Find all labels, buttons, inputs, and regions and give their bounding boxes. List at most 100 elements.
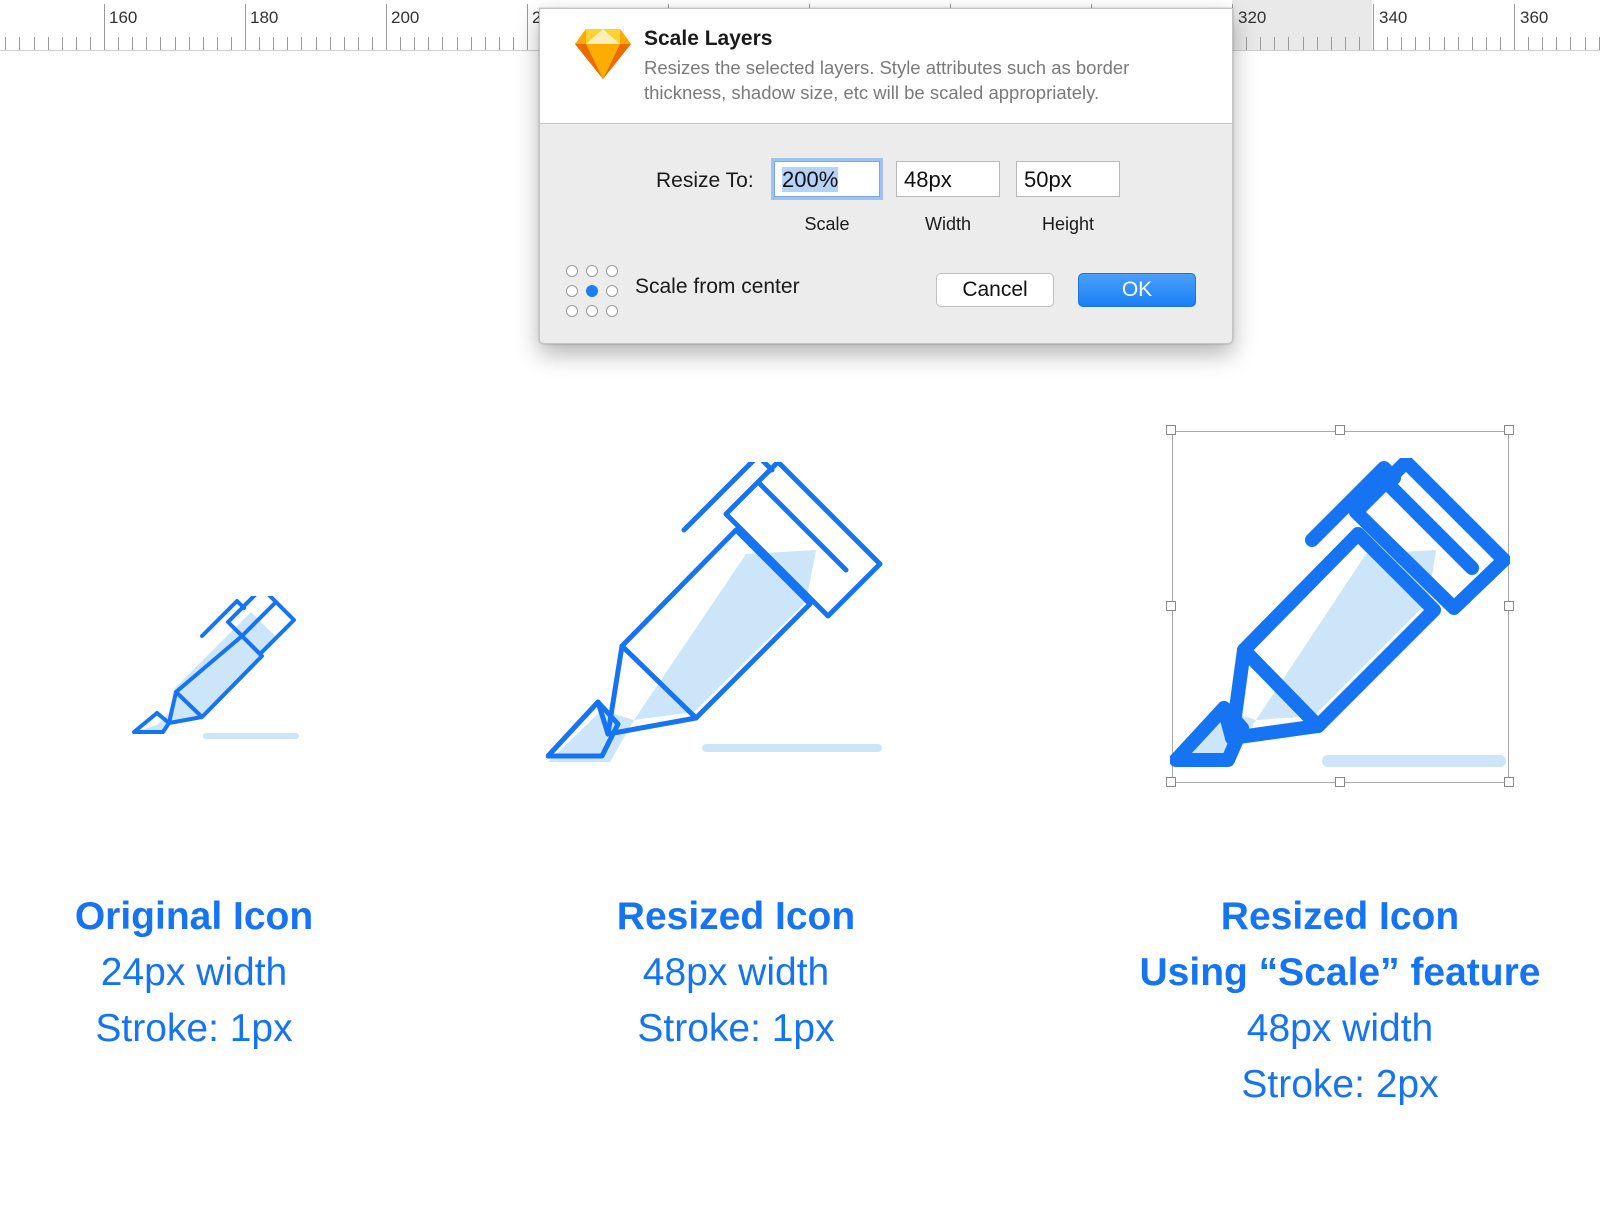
resized-icon-caption: Resized Icon 48px width Stroke: 1px	[540, 889, 932, 1057]
resize-handle[interactable]	[1335, 777, 1345, 787]
height-input[interactable]: 50px	[1016, 161, 1120, 197]
scale-from-center-label: Scale from center	[635, 275, 800, 298]
caption-stroke: Stroke: 1px	[637, 1007, 835, 1050]
ruler-tick	[132, 37, 133, 50]
ruler-tick	[259, 37, 260, 50]
ruler-tick	[1542, 37, 1543, 50]
ruler-tick	[457, 37, 458, 50]
resize-handle[interactable]	[1166, 425, 1176, 435]
anchor-grid-icon[interactable]	[564, 263, 620, 319]
ruler-tick	[48, 37, 49, 50]
width-caption: Width	[924, 214, 971, 234]
caption-stroke: Stroke: 2px	[1241, 1063, 1439, 1106]
ruler-tick	[245, 4, 246, 50]
caption-width: 48px width	[1246, 1007, 1434, 1050]
ruler-tick	[76, 37, 77, 50]
caption-width: 24px width	[100, 951, 288, 994]
dialog-description: Resizes the selected layers. Style attri…	[644, 57, 1130, 103]
ruler-tick	[273, 37, 274, 50]
ruler-tick	[1345, 37, 1346, 50]
dialog-header: Scale Layers Resizes the selected layers…	[540, 9, 1232, 124]
caption-title: Original Icon	[74, 895, 314, 938]
ruler-tick	[1274, 37, 1275, 50]
resize-handle[interactable]	[1166, 777, 1176, 787]
ruler-tick	[301, 37, 302, 50]
ruler-number: 360	[1520, 8, 1549, 27]
ruler-tick	[316, 37, 317, 50]
width-input[interactable]: 48px	[896, 161, 1000, 197]
ruler-tick	[1415, 37, 1416, 50]
resize-to-label: Resize To:	[656, 169, 754, 192]
ruler-tick	[485, 37, 486, 50]
ruler-tick	[175, 37, 176, 50]
ruler-number: 320	[1238, 8, 1267, 27]
ruler-tick	[471, 37, 472, 50]
scaled-highlighter-icon	[1170, 458, 1510, 767]
ruler-tick	[189, 37, 190, 50]
ruler-tick	[217, 37, 218, 50]
resize-handle[interactable]	[1504, 777, 1514, 787]
ruler-tick	[146, 37, 147, 50]
caption-title: Resized Icon	[1220, 895, 1460, 938]
scale-value: 200%	[782, 167, 839, 192]
scaled-icon-caption: Resized Icon Using “Scale” feature 48px …	[1120, 889, 1560, 1113]
ruler-tick	[62, 37, 63, 50]
dialog-title: Scale Layers	[644, 27, 773, 50]
ruler-tick	[5, 37, 6, 50]
width-value: 48px	[904, 167, 952, 192]
ruler-tick	[414, 37, 415, 50]
ruler-tick	[1472, 37, 1473, 50]
ruler-tick	[400, 37, 401, 50]
resize-handle[interactable]	[1335, 425, 1345, 435]
ruler-tick	[34, 37, 35, 50]
ruler-number: 200	[391, 8, 420, 27]
ruler-tick	[1317, 37, 1318, 50]
ruler-tick	[203, 37, 204, 50]
ruler-tick	[1373, 4, 1374, 50]
ruler-tick	[372, 37, 373, 50]
sketch-diamond-icon	[575, 29, 631, 79]
ruler-tick	[428, 37, 429, 50]
caption-title: Resized Icon	[616, 895, 856, 938]
height-caption: Height	[1041, 214, 1095, 234]
ruler-tick	[1387, 37, 1388, 50]
ruler-tick	[499, 37, 500, 50]
ruler-tick	[1401, 37, 1402, 50]
ruler-tick	[1486, 37, 1487, 50]
ruler-tick	[1585, 37, 1586, 50]
ruler-tick	[1246, 37, 1247, 50]
ok-button[interactable]: OK	[1078, 273, 1196, 307]
ruler-tick	[513, 37, 514, 50]
ruler-tick	[1331, 37, 1332, 50]
ruler-tick	[1359, 37, 1360, 50]
ruler-tick	[386, 4, 387, 50]
ruler-tick	[1528, 37, 1529, 50]
ruler-tick	[1288, 37, 1289, 50]
scale-layers-dialog: Scale Layers Resizes the selected layers…	[539, 8, 1233, 344]
ruler-tick	[1429, 37, 1430, 50]
caption-subtitle: Using “Scale” feature	[1139, 951, 1541, 994]
scale-input[interactable]: 200%	[774, 161, 880, 197]
ruler-tick	[231, 37, 232, 50]
ruler-number: 340	[1379, 8, 1408, 27]
ruler-tick	[344, 37, 345, 50]
ruler-tick	[1303, 37, 1304, 50]
ruler-tick	[1570, 37, 1571, 50]
ruler-number: 160	[109, 8, 138, 27]
ruler-number: 180	[250, 8, 279, 27]
ruler-tick	[104, 4, 105, 50]
ruler-tick	[1556, 37, 1557, 50]
resize-handle[interactable]	[1504, 425, 1514, 435]
ruler-tick	[527, 4, 528, 50]
ruler-tick	[118, 37, 119, 50]
original-icon-caption: Original Icon 24px width Stroke: 1px	[0, 889, 388, 1057]
ruler-tick	[287, 37, 288, 50]
ruler-tick	[160, 37, 161, 50]
ruler-tick	[358, 37, 359, 50]
original-highlighter-icon	[132, 596, 299, 739]
ruler-tick	[1444, 37, 1445, 50]
scale-caption: Scale	[804, 214, 850, 234]
ruler-tick	[90, 37, 91, 50]
height-value: 50px	[1024, 167, 1072, 192]
cancel-button[interactable]: Cancel	[936, 273, 1054, 307]
